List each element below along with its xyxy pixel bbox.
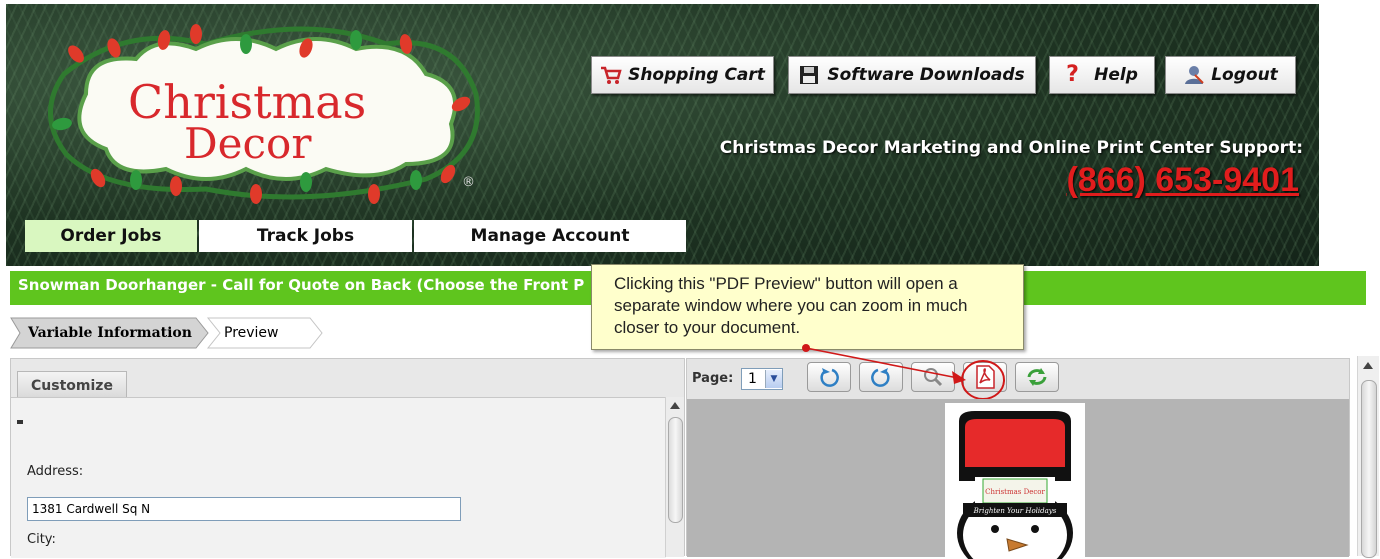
address-input[interactable]	[27, 497, 461, 521]
customize-form: Address: City:	[11, 397, 666, 558]
customize-panel: Customize Address: City:	[10, 358, 685, 558]
software-downloads-label: Software Downloads	[827, 65, 1025, 85]
address-label: Address:	[27, 464, 84, 479]
step-variable-information[interactable]: Variable Information	[28, 318, 198, 348]
collapse-marker-icon	[17, 420, 23, 424]
logout-label: Logout	[1211, 65, 1278, 85]
rotate-right-icon	[871, 368, 890, 387]
scroll-up-icon[interactable]	[670, 402, 680, 409]
floppy-disk-icon	[799, 65, 819, 85]
page-label: Page:	[692, 371, 734, 386]
page-select[interactable]: 1 ▼	[741, 368, 783, 390]
site-header: Christmas Decor ® Shopping Cart Software…	[6, 4, 1319, 266]
question-mark-icon: ?	[1066, 62, 1079, 87]
document-preview[interactable]: Christmas Decor Brighten Your Holidays	[687, 399, 1349, 559]
preview-panel: Page: 1 ▼ Christmas Decor Brighten Your …	[686, 358, 1350, 559]
software-downloads-button[interactable]: Software Downloads	[788, 56, 1036, 94]
rotate-left-icon	[820, 368, 839, 387]
preview-tagline: Brighten Your Holidays	[973, 507, 1057, 515]
christmas-decor-logo[interactable]: Christmas Decor ®	[6, 4, 526, 214]
zoom-button[interactable]	[911, 362, 955, 392]
tab-track-jobs[interactable]: Track Jobs	[199, 220, 412, 252]
callout-text: Clicking this "PDF Preview" button will …	[614, 274, 968, 337]
scroll-thumb[interactable]	[668, 417, 683, 523]
shopping-cart-icon	[600, 65, 622, 85]
registered-mark: ®	[462, 175, 475, 190]
rotate-left-button[interactable]	[807, 362, 851, 392]
logout-button[interactable]: Logout	[1165, 56, 1296, 94]
scroll-thumb[interactable]	[1361, 380, 1377, 558]
support-phone[interactable]: (866) 653-9401	[1066, 161, 1299, 200]
pdf-preview-callout: Clicking this "PDF Preview" button will …	[591, 264, 1024, 350]
step-preview[interactable]: Preview	[224, 318, 314, 348]
refresh-icon	[1027, 368, 1047, 386]
help-label: Help	[1094, 65, 1138, 85]
refresh-button[interactable]	[1015, 362, 1059, 392]
highlight-circle	[961, 360, 1005, 400]
support-label: Christmas Decor Marketing and Online Pri…	[719, 138, 1303, 158]
logo-line2: Decor	[184, 119, 312, 168]
rotate-right-button[interactable]	[859, 362, 903, 392]
shopping-cart-label: Shopping Cart	[628, 65, 765, 85]
help-button[interactable]: ? Help	[1049, 56, 1155, 94]
shopping-cart-button[interactable]: Shopping Cart	[591, 56, 774, 94]
page-scrollbar[interactable]	[1357, 356, 1379, 558]
city-label: City:	[27, 532, 56, 547]
user-logout-icon	[1183, 65, 1204, 85]
snowman-doorhanger-preview: Christmas Decor Brighten Your Holidays	[945, 403, 1085, 559]
zoom-icon	[924, 368, 943, 387]
preview-logo-text: Christmas Decor	[985, 488, 1045, 496]
scroll-up-icon[interactable]	[1363, 362, 1373, 369]
tab-manage-account[interactable]: Manage Account	[414, 220, 686, 252]
chevron-down-icon[interactable]: ▼	[765, 370, 782, 388]
page-select-value: 1	[748, 371, 757, 387]
tab-order-jobs[interactable]: Order Jobs	[25, 220, 197, 252]
tab-customize[interactable]: Customize	[17, 371, 127, 399]
left-scrollbar[interactable]	[665, 397, 684, 557]
